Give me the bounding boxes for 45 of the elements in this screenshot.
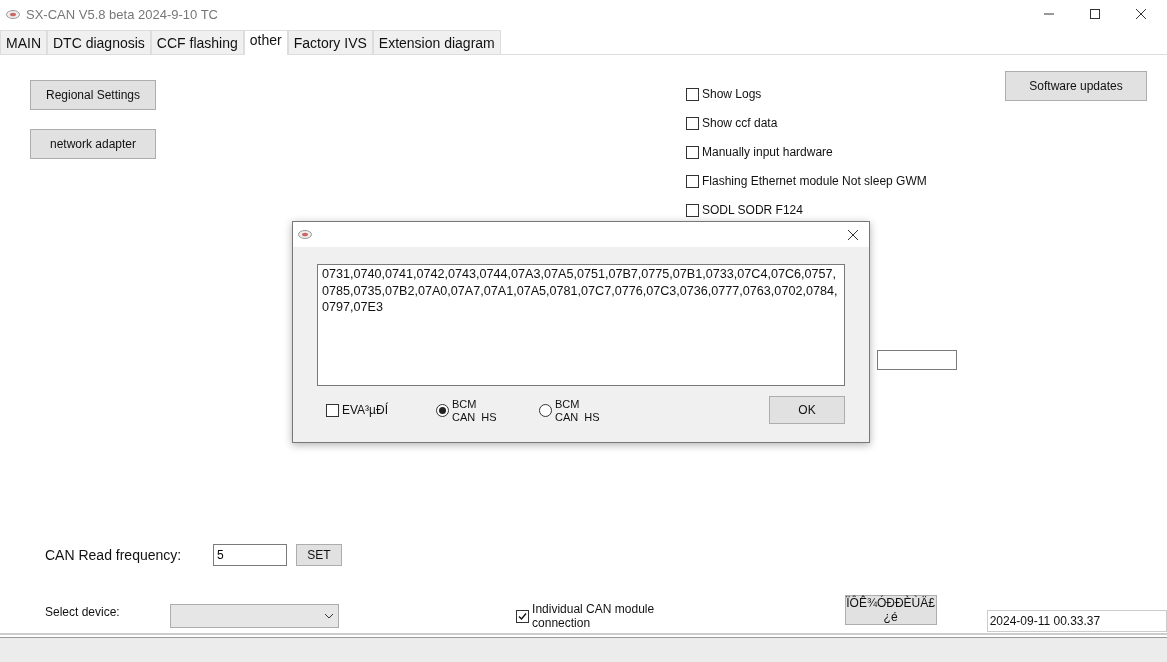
maximize-icon[interactable] (1089, 8, 1101, 20)
checkbox[interactable] (516, 609, 530, 623)
radio-label: CAN HS (555, 411, 600, 424)
module-button[interactable]: ÏÔÊ¾ÓÐÐÈÙÄ£¿é (844, 595, 937, 625)
checkbox-label: Show Logs (702, 87, 762, 101)
checkbox[interactable] (326, 403, 339, 417)
tab[interactable]: MAIN (0, 30, 47, 54)
set-button[interactable]: SET (296, 544, 342, 566)
radio-button[interactable] (436, 403, 449, 417)
settings-button[interactable]: network adapter (30, 129, 156, 159)
tab[interactable]: Extension diagram (372, 30, 501, 54)
checkbox[interactable] (686, 174, 699, 188)
text-area[interactable]: 0731,0740,0741,0742,0743,0744,07A3,07A5,0751,07B7,0775,07B1,0733,07C4,07C6,0757,0785,0735,07B2,07A0,07A7,07A1,07A5,0781,07C7,0776,07C3,0736,0777,0763,0702,0784,0797,07E3 (317, 264, 845, 386)
checkbox[interactable] (686, 87, 699, 101)
radio-button[interactable] (539, 403, 552, 417)
checkbox[interactable] (686, 145, 699, 159)
checkbox-label: SODL SODR F124 (702, 203, 803, 217)
checkbox-label: Show ccf data (702, 116, 778, 130)
ok-button[interactable]: OK (769, 396, 845, 424)
tab[interactable]: CCF flashing (150, 30, 244, 54)
checkbox-label: Manually input hardware (702, 145, 833, 159)
chevron-down-icon (324, 613, 335, 619)
tab[interactable]: DTC diagnosis (47, 30, 151, 54)
select-device-label: Select device: (45, 605, 121, 619)
timestamp-field[interactable]: 2024-09-11 00.33.37 (986, 610, 1167, 632)
tab[interactable]: other (243, 30, 288, 55)
tab[interactable]: Factory IVS (287, 30, 373, 54)
app-logo-icon (6, 9, 20, 19)
can-read-frequency-label: CAN Read frequency: (45, 547, 183, 563)
radio-label: BCM (555, 398, 581, 411)
close-icon[interactable] (1135, 8, 1147, 20)
input-field[interactable] (877, 350, 957, 370)
checkbox[interactable] (686, 203, 699, 217)
checkbox-label: EVA³µÐÍ (342, 403, 389, 417)
checkbox[interactable] (686, 116, 699, 130)
checkbox-label: Flashing Ethernet module Not sleep GWM (702, 174, 927, 188)
radio-label: BCM (452, 398, 478, 411)
window-title: SX-CAN V5.8 beta 2024-9-10 TC (26, 6, 218, 22)
software-updates-button[interactable]: Software updates (1005, 71, 1147, 101)
frequency-input[interactable]: 5 (213, 544, 287, 566)
checkbox-label: Individual CAN module connection (532, 602, 656, 630)
close-icon[interactable] (847, 228, 859, 241)
radio-label: CAN HS (452, 411, 497, 424)
settings-button[interactable]: Regional Settings (30, 80, 156, 110)
app-logo-icon (298, 230, 312, 239)
